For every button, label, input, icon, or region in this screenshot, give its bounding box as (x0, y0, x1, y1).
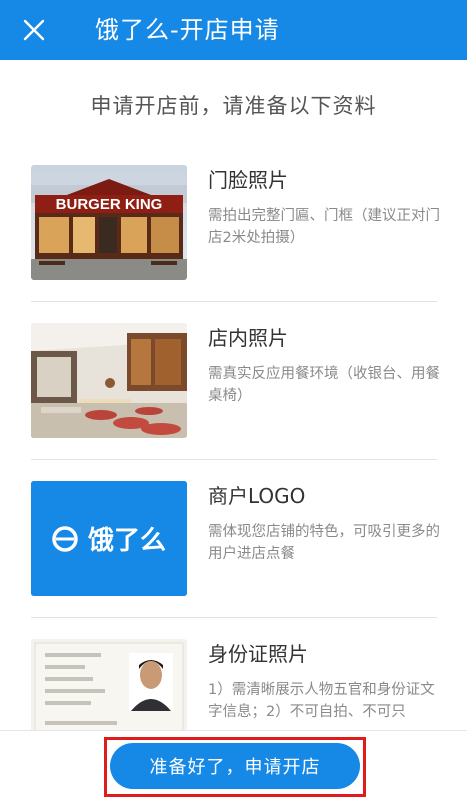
apply-button[interactable]: 准备好了，申请开店 (110, 743, 360, 789)
storefront-photo: BURGER KING (31, 165, 187, 280)
material-title: 身份证照片 (208, 642, 308, 666)
page-title: 饿了么-开店申请 (95, 16, 280, 44)
material-item-logo: 饿了么 商户LOGO 需体现您店铺的特色，可吸引更多的用户进店点餐 (0, 471, 467, 629)
interior-photo (31, 323, 187, 438)
material-desc: 需体现您店铺的特色，可吸引更多的用户进店点餐 (208, 524, 440, 562)
logo-text: 饿了么 (87, 526, 166, 556)
material-title: 门脸照片 (208, 168, 288, 192)
storefront-sign-text: BURGER KING (56, 196, 163, 213)
divider (31, 617, 437, 618)
divider (31, 301, 437, 302)
material-item-interior: 店内照片 需真实反应用餐环境（收银台、用餐桌椅） (0, 313, 467, 471)
intro-text: 申请开店前，请准备以下资料 (90, 94, 377, 118)
logo-image: 饿了么 (31, 481, 187, 596)
close-button[interactable] (18, 14, 50, 46)
divider (31, 459, 437, 460)
material-title: 商户LOGO (208, 484, 306, 508)
app-header: 饿了么-开店申请 (0, 0, 467, 60)
material-desc: 1）需清晰展示人物五官和身份证文字信息；2）不可自拍、不可只 (208, 682, 435, 720)
material-item-storefront: BURGER KING 门脸照片 需拍出完整门匾、门框（建议正对门店2米处拍摄） (0, 155, 467, 313)
material-desc: 需拍出完整门匾、门框（建议正对门店2米处拍摄） (208, 208, 440, 246)
close-icon (23, 19, 45, 41)
material-desc: 需真实反应用餐环境（收银台、用餐桌椅） (208, 366, 440, 404)
material-title: 店内照片 (208, 326, 288, 350)
